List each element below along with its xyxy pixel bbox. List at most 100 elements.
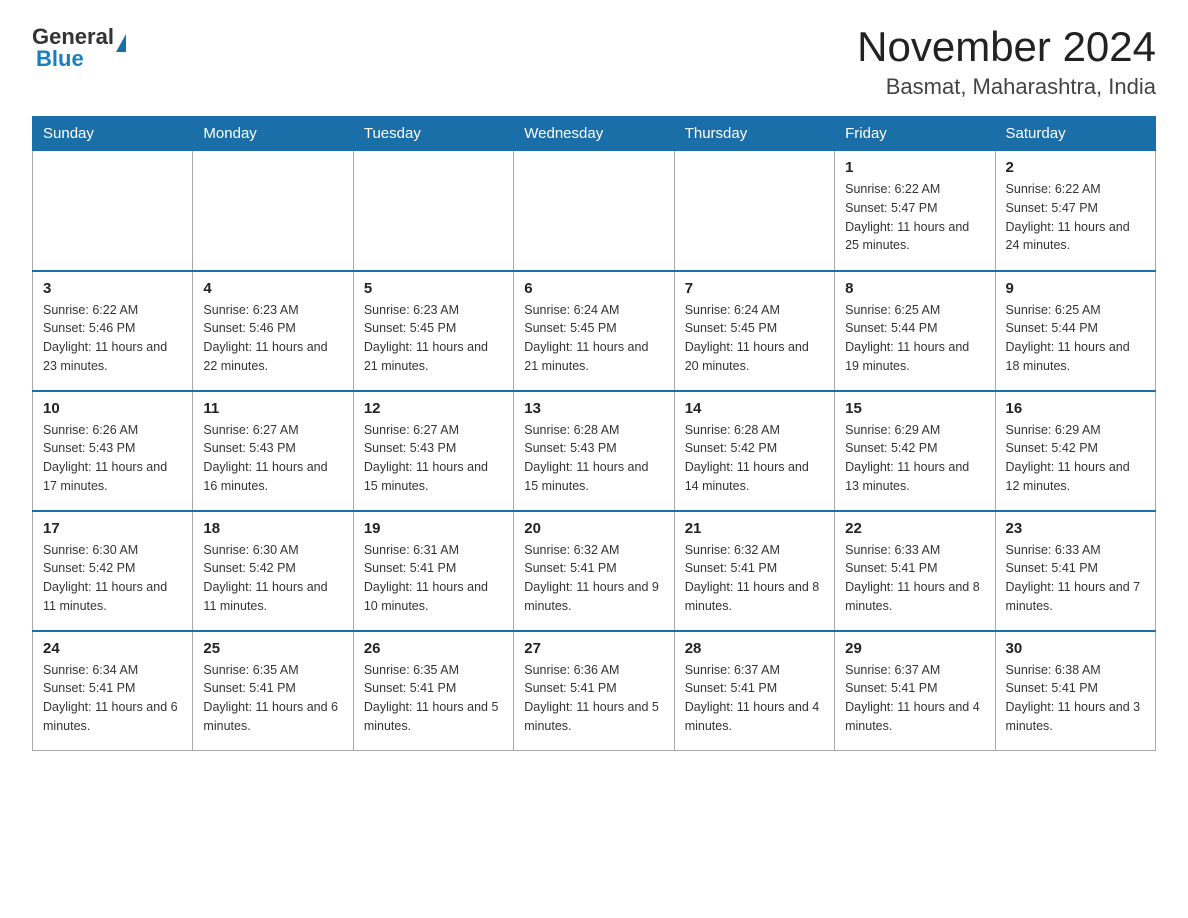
day-number: 2 [1006,159,1145,176]
day-info: Sunrise: 6:29 AMSunset: 5:42 PMDaylight:… [845,421,984,496]
day-info: Sunrise: 6:26 AMSunset: 5:43 PMDaylight:… [43,421,182,496]
calendar-cell: 8 Sunrise: 6:25 AMSunset: 5:44 PMDaylight… [835,271,995,391]
day-number: 14 [685,400,824,417]
calendar-cell [353,151,513,271]
day-info: Sunrise: 6:25 AMSunset: 5:44 PMDaylight:… [845,301,984,376]
location-title: Basmat, Maharashtra, India [857,74,1156,100]
day-info: Sunrise: 6:29 AMSunset: 5:42 PMDaylight:… [1006,421,1145,496]
calendar-cell: 29Sunrise: 6:37 AMSunset: 5:41 PMDayligh… [835,631,995,751]
weekday-header-friday: Friday [835,117,995,151]
calendar-cell: 21 Sunrise: 6:32 AMSunset: 5:41 PMDayligh… [674,511,834,631]
logo: General Blue [32,24,126,72]
day-info: Sunrise: 6:24 AMSunset: 5:45 PMDaylight:… [685,301,824,376]
day-info: Sunrise: 6:32 AMSunset: 5:41 PMDaylight:… [524,541,663,616]
day-info: Sunrise: 6:23 AMSunset: 5:45 PMDaylight:… [364,301,503,376]
calendar-cell: 11 Sunrise: 6:27 AMSunset: 5:43 PMDayligh… [193,391,353,511]
calendar-cell: 2Sunrise: 6:22 AMSunset: 5:47 PMDaylight… [995,151,1155,271]
calendar-cell: 16 Sunrise: 6:29 AMSunset: 5:42 PMDayligh… [995,391,1155,511]
day-number: 26 [364,640,503,657]
calendar-cell: 26Sunrise: 6:35 AMSunset: 5:41 PMDayligh… [353,631,513,751]
calendar-cell: 24 Sunrise: 6:34 AMSunset: 5:41 PMDayligh… [33,631,193,751]
day-number: 24 [43,640,182,657]
day-number: 20 [524,520,663,537]
day-number: 16 [1006,400,1145,417]
weekday-header-tuesday: Tuesday [353,117,513,151]
day-info: Sunrise: 6:30 AMSunset: 5:42 PMDaylight:… [43,541,182,616]
weekday-header-wednesday: Wednesday [514,117,674,151]
calendar-table: SundayMondayTuesdayWednesdayThursdayFrid… [32,116,1156,751]
weekday-header-monday: Monday [193,117,353,151]
calendar-cell [674,151,834,271]
calendar-cell [33,151,193,271]
calendar-cell [193,151,353,271]
calendar-cell: 27 Sunrise: 6:36 AMSunset: 5:41 PMDayligh… [514,631,674,751]
day-info: Sunrise: 6:34 AMSunset: 5:41 PMDaylight:… [43,661,182,736]
title-area: November 2024 Basmat, Maharashtra, India [857,24,1156,100]
day-number: 22 [845,520,984,537]
calendar-cell: 14 Sunrise: 6:28 AMSunset: 5:42 PMDayligh… [674,391,834,511]
calendar-week-row: 10 Sunrise: 6:26 AMSunset: 5:43 PMDayligh… [33,391,1156,511]
day-info: Sunrise: 6:28 AMSunset: 5:43 PMDaylight:… [524,421,663,496]
weekday-header-sunday: Sunday [33,117,193,151]
day-info: Sunrise: 6:27 AMSunset: 5:43 PMDaylight:… [203,421,342,496]
calendar-cell: 4 Sunrise: 6:23 AMSunset: 5:46 PMDaylight… [193,271,353,391]
day-info: Sunrise: 6:25 AMSunset: 5:44 PMDaylight:… [1006,301,1145,376]
weekday-header-row: SundayMondayTuesdayWednesdayThursdayFrid… [33,117,1156,151]
calendar-cell: 28Sunrise: 6:37 AMSunset: 5:41 PMDayligh… [674,631,834,751]
day-info: Sunrise: 6:32 AMSunset: 5:41 PMDaylight:… [685,541,824,616]
day-number: 21 [685,520,824,537]
logo-blue-text: Blue [36,46,126,72]
calendar-cell: 17 Sunrise: 6:30 AMSunset: 5:42 PMDayligh… [33,511,193,631]
calendar-cell: 10 Sunrise: 6:26 AMSunset: 5:43 PMDayligh… [33,391,193,511]
day-info: Sunrise: 6:35 AMSunset: 5:41 PMDaylight:… [203,661,342,736]
day-number: 15 [845,400,984,417]
day-info: Sunrise: 6:22 AMSunset: 5:47 PMDaylight:… [845,180,984,255]
calendar-cell [514,151,674,271]
day-info: Sunrise: 6:31 AMSunset: 5:41 PMDaylight:… [364,541,503,616]
day-number: 13 [524,400,663,417]
day-number: 9 [1006,280,1145,297]
calendar-cell: 6 Sunrise: 6:24 AMSunset: 5:45 PMDaylight… [514,271,674,391]
weekday-header-saturday: Saturday [995,117,1155,151]
day-info: Sunrise: 6:33 AMSunset: 5:41 PMDaylight:… [845,541,984,616]
day-info: Sunrise: 6:28 AMSunset: 5:42 PMDaylight:… [685,421,824,496]
day-info: Sunrise: 6:38 AMSunset: 5:41 PMDaylight:… [1006,661,1145,736]
calendar-cell: 7 Sunrise: 6:24 AMSunset: 5:45 PMDaylight… [674,271,834,391]
day-number: 5 [364,280,503,297]
day-info: Sunrise: 6:23 AMSunset: 5:46 PMDaylight:… [203,301,342,376]
day-info: Sunrise: 6:22 AMSunset: 5:46 PMDaylight:… [43,301,182,376]
calendar-cell: 12Sunrise: 6:27 AMSunset: 5:43 PMDayligh… [353,391,513,511]
day-info: Sunrise: 6:33 AMSunset: 5:41 PMDaylight:… [1006,541,1145,616]
calendar-week-row: 24 Sunrise: 6:34 AMSunset: 5:41 PMDayligh… [33,631,1156,751]
calendar-cell: 1 Sunrise: 6:22 AMSunset: 5:47 PMDaylight… [835,151,995,271]
day-number: 19 [364,520,503,537]
day-number: 28 [685,640,824,657]
day-info: Sunrise: 6:24 AMSunset: 5:45 PMDaylight:… [524,301,663,376]
header: General Blue November 2024 Basmat, Mahar… [32,24,1156,100]
calendar-week-row: 3 Sunrise: 6:22 AMSunset: 5:46 PMDaylight… [33,271,1156,391]
day-number: 6 [524,280,663,297]
day-info: Sunrise: 6:36 AMSunset: 5:41 PMDaylight:… [524,661,663,736]
calendar-cell: 25 Sunrise: 6:35 AMSunset: 5:41 PMDayligh… [193,631,353,751]
day-number: 3 [43,280,182,297]
calendar-week-row: 17 Sunrise: 6:30 AMSunset: 5:42 PMDayligh… [33,511,1156,631]
calendar-cell: 5 Sunrise: 6:23 AMSunset: 5:45 PMDaylight… [353,271,513,391]
day-number: 29 [845,640,984,657]
calendar-cell: 13 Sunrise: 6:28 AMSunset: 5:43 PMDayligh… [514,391,674,511]
day-number: 18 [203,520,342,537]
day-number: 7 [685,280,824,297]
day-number: 1 [845,159,984,176]
day-number: 25 [203,640,342,657]
day-number: 11 [203,400,342,417]
calendar-cell: 18 Sunrise: 6:30 AMSunset: 5:42 PMDayligh… [193,511,353,631]
calendar-week-row: 1 Sunrise: 6:22 AMSunset: 5:47 PMDaylight… [33,151,1156,271]
calendar-cell: 15 Sunrise: 6:29 AMSunset: 5:42 PMDayligh… [835,391,995,511]
day-number: 4 [203,280,342,297]
day-number: 10 [43,400,182,417]
calendar-cell: 3 Sunrise: 6:22 AMSunset: 5:46 PMDaylight… [33,271,193,391]
day-number: 8 [845,280,984,297]
day-number: 27 [524,640,663,657]
day-number: 23 [1006,520,1145,537]
day-number: 17 [43,520,182,537]
day-info: Sunrise: 6:30 AMSunset: 5:42 PMDaylight:… [203,541,342,616]
